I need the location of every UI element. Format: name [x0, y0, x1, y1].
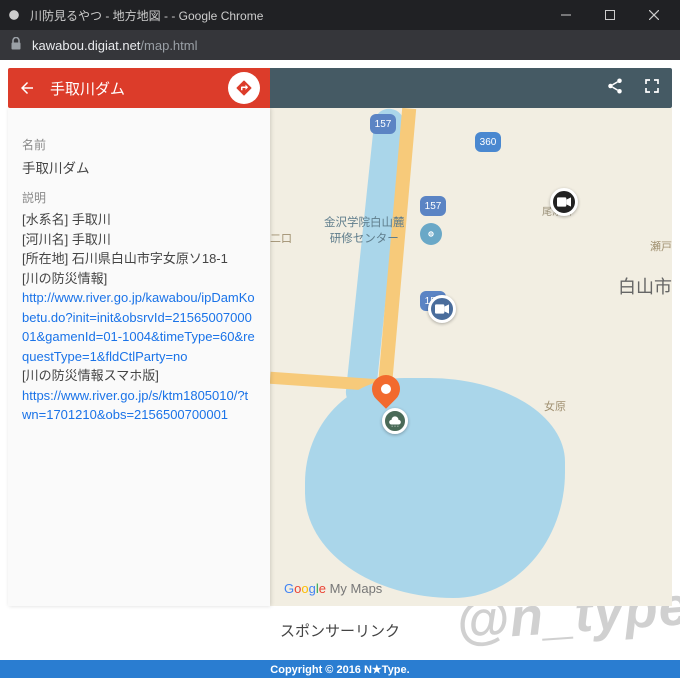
lock-icon [10, 37, 24, 53]
info-panel: 名前 手取川ダム 説明 [水系名] 手取川 [河川名] 手取川 [所在地] 石川… [8, 108, 270, 606]
window-maximize-button[interactable] [590, 0, 630, 30]
fullscreen-button[interactable] [644, 78, 660, 99]
page-footer: Copyright © 2016 N★Type. [0, 660, 680, 678]
description-label: 説明 [22, 189, 256, 206]
directions-button[interactable] [228, 72, 260, 104]
map-attribution[interactable]: Google My Maps [284, 581, 382, 596]
desc-line: [水系名] 手取川 [22, 210, 256, 230]
water-feature [305, 378, 565, 598]
place-label: 瀬戸 [650, 238, 672, 254]
place-label: 二口 [270, 230, 292, 246]
name-value: 手取川ダム [22, 157, 256, 177]
url-host: kawabou.digiat.net [32, 38, 140, 53]
info-link-pc[interactable]: http://www.river.go.jp/kawabou/ipDamKobe… [22, 288, 256, 366]
window-close-button[interactable] [634, 0, 674, 30]
url-path: /map.html [140, 38, 197, 53]
info-panel-header: 手取川ダム [8, 68, 270, 108]
map-canvas[interactable]: 157 360 157 157 金沢学院白山麓 研修センター 白山市 二口 女原… [270, 108, 672, 606]
window-title: 川防見るやつ - 地方地図 - - Google Chrome [30, 7, 546, 24]
back-button[interactable] [18, 79, 36, 97]
poi-icon[interactable] [420, 223, 442, 245]
desc-line: [川の防災情報] [22, 269, 256, 289]
info-link-sp[interactable]: https://www.river.go.jp/s/ktm1805010/?tw… [22, 386, 256, 425]
place-label: 女原 [544, 398, 566, 414]
location-pin-marker[interactable] [372, 375, 400, 403]
desc-line: [川の防災情報スマホ版] [22, 366, 256, 386]
camera-marker-icon[interactable] [550, 188, 578, 216]
address-bar[interactable]: kawabou.digiat.net/map.html [0, 30, 680, 60]
favicon [6, 7, 22, 23]
route-shield-icon: 157 [420, 196, 446, 216]
route-shield-icon: 157 [370, 114, 396, 134]
window-titlebar: 川防見るやつ - 地方地図 - - Google Chrome [0, 0, 680, 30]
map-toolbar [270, 68, 672, 108]
place-title: 手取川ダム [50, 78, 228, 99]
desc-line: [河川名] 手取川 [22, 230, 256, 250]
city-label: 白山市 [618, 273, 672, 299]
name-label: 名前 [22, 136, 256, 153]
window-minimize-button[interactable] [546, 0, 586, 30]
share-button[interactable] [606, 77, 624, 100]
poi-label[interactable]: 金沢学院白山麓 研修センター [324, 216, 405, 247]
desc-line: [所在地] 石川県白山市字女原ソ18-1 [22, 249, 256, 269]
rain-marker-icon[interactable] [382, 408, 408, 434]
camera-marker-icon[interactable] [428, 295, 456, 323]
route-shield-icon: 360 [475, 132, 501, 152]
sponsor-link-heading: スポンサーリンク [0, 620, 680, 641]
